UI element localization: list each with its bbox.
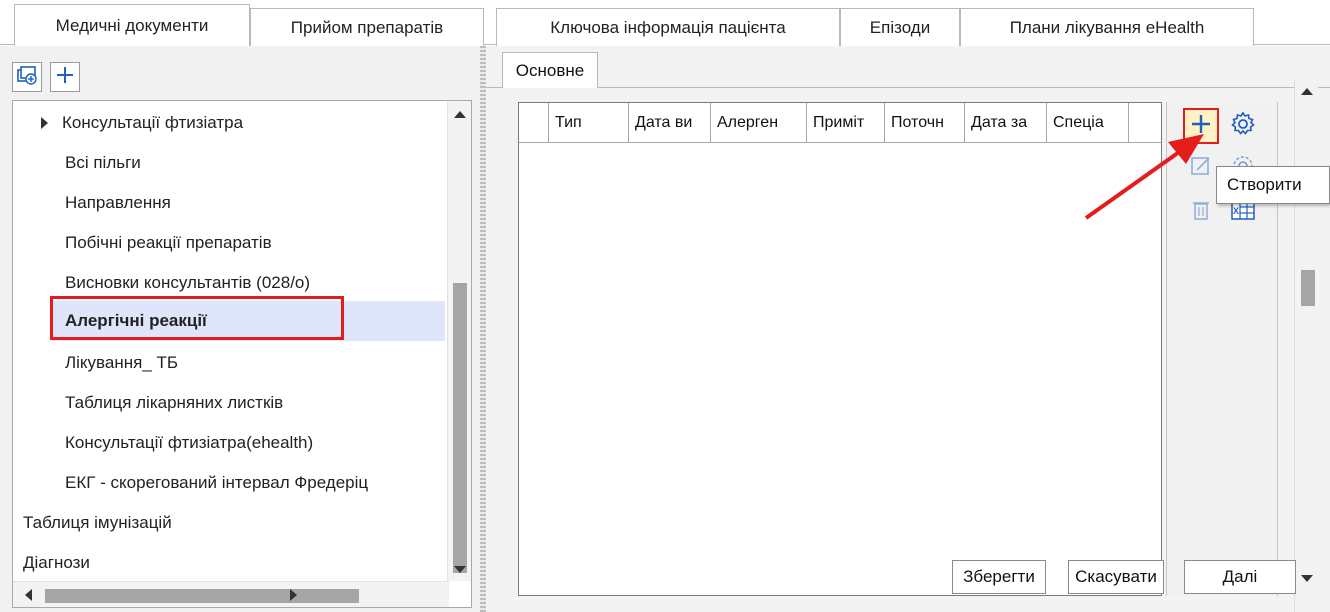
button-label: Скасувати [1075, 567, 1157, 586]
tree-item-label: Висновки консультантів (028/о) [65, 273, 311, 292]
tree-item-diagnoses[interactable]: Діагнози [23, 543, 90, 583]
col-header-date-end[interactable]: Дата за [965, 103, 1047, 143]
tab-episodes[interactable]: Епізоди [840, 8, 960, 46]
left-toolbar [12, 62, 80, 94]
tab-key-patient-info[interactable]: Ключова інформація пацієнта [496, 8, 840, 46]
cancel-button[interactable]: Скасувати [1068, 560, 1164, 594]
right-vertical-scrollbar[interactable] [1294, 80, 1318, 612]
col-header-date[interactable]: Дата ви [629, 103, 711, 143]
tooltip-text: Створити [1227, 175, 1302, 194]
tree-item-label: Діагнози [23, 553, 90, 572]
tree-item-label: Всі пільги [65, 153, 141, 172]
col-header-note[interactable]: Приміт [807, 103, 885, 143]
next-button[interactable]: Далі [1184, 560, 1296, 594]
tab-drug-intake[interactable]: Прийом препаратів [250, 8, 484, 46]
tab-treatment-plans[interactable]: Плани лікування eHealth [960, 8, 1254, 46]
tree-item-label: Лікування_ ТБ [65, 353, 179, 372]
column-label: Дата за [971, 114, 1028, 131]
create-tooltip: Створити [1216, 166, 1330, 204]
trash-icon [1190, 198, 1212, 227]
scroll-right-icon[interactable] [290, 589, 297, 601]
grid-row-indicator-header [519, 103, 549, 143]
col-header-specialist[interactable]: Спеціа [1047, 103, 1129, 143]
tree-item-sick-leave-table[interactable]: Таблиця лікарняних листків [65, 383, 283, 423]
button-label: Далі [1222, 567, 1258, 586]
tab-medical-documents[interactable]: Медичні документи [14, 4, 250, 46]
grid-header: Тип Дата ви Алерген Приміт Поточн Дата з… [519, 103, 1161, 143]
edit-button[interactable] [1183, 150, 1219, 186]
tab-label: Плани лікування eHealth [1009, 17, 1205, 37]
tree-item-label: Консультації фтизіатра(ehealth) [65, 433, 314, 452]
right-panel: Основне Тип Дата ви Алерген Приміт Поточ… [486, 46, 1330, 612]
scroll-down-icon[interactable] [1301, 575, 1313, 582]
tree-item-ecg-qtc[interactable]: ЕКГ - скорегований інтервал Фредеріц [65, 463, 447, 503]
tree-item-label: ЕКГ - скорегований інтервал Фредеріц [65, 473, 369, 492]
column-label: Приміт [813, 114, 865, 131]
scroll-up-icon[interactable] [454, 111, 466, 118]
tree-item-tb-consultations[interactable]: Консультації фтизіатра [41, 103, 441, 143]
tree-vertical-scrollbar[interactable] [447, 101, 471, 581]
svg-text:X: X [1233, 206, 1239, 216]
tree-horizontal-scrollbar[interactable] [13, 581, 449, 607]
settings-button[interactable] [1225, 108, 1261, 144]
tree-item-label: Таблиця імунізацій [23, 513, 172, 532]
main-tab-strip: Медичні документи Прийом препаратів Ключ… [0, 0, 1330, 46]
add-button[interactable] [50, 62, 80, 92]
tree-item-label: Таблиця лікарняних листків [65, 393, 284, 412]
tree-item-label: Консультації фтизіатра [62, 113, 244, 132]
tree-item-immunization-table[interactable]: Таблиця імунізацій [23, 503, 172, 543]
selection-highlight-box [50, 296, 344, 340]
column-label: Дата ви [635, 114, 693, 131]
tree-item-referrals[interactable]: Направлення [65, 183, 171, 223]
scroll-thumb[interactable] [1301, 270, 1315, 306]
column-label: Алерген [717, 114, 779, 131]
folder-add-icon [16, 65, 38, 90]
document-tree[interactable]: Консультації фтизіатра Всі пільги Направ… [12, 100, 472, 608]
col-header-allergen[interactable]: Алерген [711, 103, 807, 143]
scroll-down-icon[interactable] [454, 566, 466, 573]
tree-item-drug-side-effects[interactable]: Побічні реакції препаратів [65, 223, 272, 263]
edit-icon [1189, 154, 1213, 183]
tree-item-label: Побічні реакції препаратів [65, 233, 272, 252]
create-button[interactable] [1183, 108, 1219, 144]
allergy-grid[interactable]: Тип Дата ви Алерген Приміт Поточн Дата з… [518, 102, 1162, 596]
tab-label: Медичні документи [55, 15, 209, 35]
add-document-group-button[interactable] [12, 62, 42, 92]
tab-label: Основне [515, 60, 585, 80]
tab-label: Ключова інформація пацієнта [550, 17, 786, 37]
scroll-up-icon[interactable] [1301, 88, 1313, 95]
column-label: Поточн [891, 114, 944, 131]
col-header-current[interactable]: Поточн [885, 103, 965, 143]
column-label: Спеціа [1053, 114, 1104, 131]
tree-item-all-benefits[interactable]: Всі пільги [65, 143, 141, 183]
tree-item-label: Направлення [65, 193, 171, 212]
tree-item-tb-treatment[interactable]: Лікування_ ТБ [65, 343, 178, 383]
tab-label: Епізоди [869, 17, 931, 37]
scroll-thumb[interactable] [45, 589, 359, 603]
scroll-thumb[interactable] [453, 283, 467, 573]
save-button[interactable]: Зберегти [952, 560, 1046, 594]
sub-tab-line [486, 87, 1330, 88]
gear-icon [1230, 111, 1256, 142]
scroll-left-icon[interactable] [25, 589, 32, 601]
expand-caret-icon[interactable] [41, 117, 48, 129]
tab-label: Прийом препаратів [290, 17, 444, 37]
tree-item-tb-consultations-ehealth[interactable]: Консультації фтизіатра(ehealth) [65, 423, 313, 463]
delete-button[interactable] [1183, 194, 1219, 230]
col-header-type[interactable]: Тип [549, 103, 629, 143]
plus-icon [55, 65, 75, 90]
plus-icon [1190, 113, 1212, 140]
column-label: Тип [555, 114, 582, 131]
button-label: Зберегти [963, 567, 1035, 586]
tab-main[interactable]: Основне [502, 52, 598, 88]
